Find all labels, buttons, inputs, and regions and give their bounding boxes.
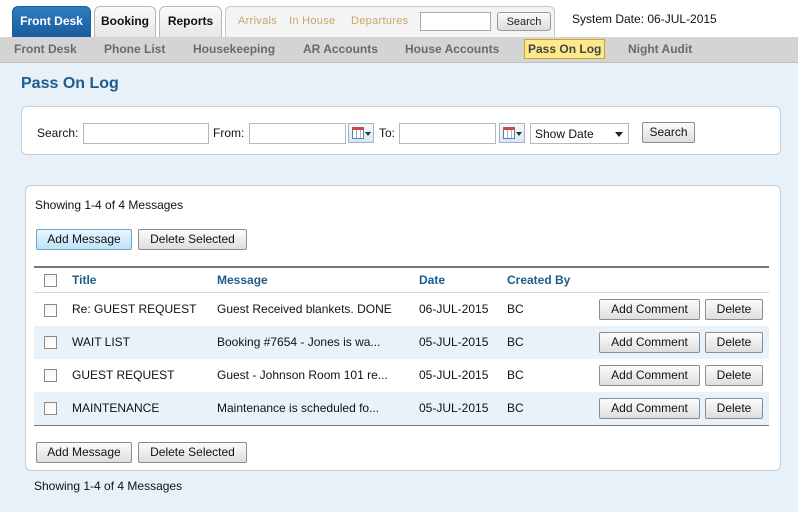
nav-housekeeping[interactable]: Housekeeping xyxy=(193,42,275,56)
chevron-down-icon xyxy=(615,132,623,137)
delete-row-button[interactable]: Delete xyxy=(705,365,763,386)
row-created-by: BC xyxy=(507,368,524,382)
add-message-button-top[interactable]: Add Message xyxy=(36,229,132,250)
column-title[interactable]: Title xyxy=(72,273,96,287)
showing-count-bottom: Showing 1-4 of 4 Messages xyxy=(34,479,183,493)
date-filter-value: Show Date xyxy=(535,127,594,141)
tab-front-desk[interactable]: Front Desk xyxy=(12,6,91,37)
to-label: To: xyxy=(379,126,396,140)
add-comment-button[interactable]: Add Comment xyxy=(599,398,700,419)
row-message: Maintenance is scheduled fo... xyxy=(217,401,380,415)
row-title[interactable]: WAIT LIST xyxy=(72,335,130,349)
filter-search-button[interactable]: Search xyxy=(642,122,695,143)
filter-panel: Search: From: To: Show Date Search xyxy=(21,106,781,155)
row-message: Guest Received blankets. DONE xyxy=(217,302,392,316)
row-checkbox[interactable] xyxy=(44,336,57,349)
showing-count-top: Showing 1-4 of 4 Messages xyxy=(35,198,184,212)
from-date-input[interactable] xyxy=(249,123,346,144)
grid-bottom-rule xyxy=(34,425,769,426)
row-checkbox[interactable] xyxy=(44,369,57,382)
search-input[interactable] xyxy=(83,123,209,144)
quick-links-group: Arrivals In House Departures Search xyxy=(225,6,555,37)
date-filter-select[interactable]: Show Date xyxy=(530,123,629,144)
column-date[interactable]: Date xyxy=(419,273,445,287)
row-title[interactable]: Re: GUEST REQUEST xyxy=(72,302,196,316)
tab-reports[interactable]: Reports xyxy=(159,6,222,37)
row-title[interactable]: GUEST REQUEST xyxy=(72,368,174,382)
to-calendar-button[interactable] xyxy=(499,123,525,143)
dropdown-caret-icon xyxy=(365,132,371,136)
nav-front-desk[interactable]: Front Desk xyxy=(14,42,77,56)
calendar-icon xyxy=(503,127,515,139)
row-date: 05-JUL-2015 xyxy=(419,368,489,382)
delete-row-button[interactable]: Delete xyxy=(705,299,763,320)
delete-row-button[interactable]: Delete xyxy=(705,398,763,419)
top-bar: Front Desk Booking Reports Arrivals In H… xyxy=(0,0,798,37)
row-created-by: BC xyxy=(507,302,524,316)
row-created-by: BC xyxy=(507,335,524,349)
grid-top-rule xyxy=(34,266,769,268)
delete-row-button[interactable]: Delete xyxy=(705,332,763,353)
row-message: Booking #7654 - Jones is wa... xyxy=(217,335,381,349)
nav-phone-list[interactable]: Phone List xyxy=(104,42,165,56)
table-row: GUEST REQUEST Guest - Johnson Room 101 r… xyxy=(34,359,769,392)
dropdown-caret-icon xyxy=(516,132,522,136)
page-title: Pass On Log xyxy=(21,75,119,92)
calendar-icon xyxy=(352,127,364,139)
system-date: System Date: 06-JUL-2015 xyxy=(572,12,717,26)
delete-selected-button-top[interactable]: Delete Selected xyxy=(138,229,247,250)
table-row: MAINTENANCE Maintenance is scheduled fo.… xyxy=(34,392,769,425)
link-in-house[interactable]: In House xyxy=(289,15,335,27)
row-date: 05-JUL-2015 xyxy=(419,401,489,415)
nav-house-accounts[interactable]: House Accounts xyxy=(405,42,499,56)
row-message: Guest - Johnson Room 101 re... xyxy=(217,368,388,382)
select-all-checkbox[interactable] xyxy=(44,274,57,287)
link-arrivals[interactable]: Arrivals xyxy=(238,15,277,27)
top-search-input[interactable] xyxy=(420,12,491,31)
row-checkbox[interactable] xyxy=(44,402,57,415)
messages-panel: Showing 1-4 of 4 Messages Add Message De… xyxy=(25,185,781,471)
section-nav: Front Desk Phone List Housekeeping AR Ac… xyxy=(0,37,798,63)
column-message[interactable]: Message xyxy=(217,273,268,287)
top-search-button[interactable]: Search xyxy=(497,12,551,31)
row-title[interactable]: MAINTENANCE xyxy=(72,401,159,415)
to-date-input[interactable] xyxy=(399,123,496,144)
delete-selected-button-bottom[interactable]: Delete Selected xyxy=(138,442,247,463)
from-label: From: xyxy=(213,126,245,140)
add-comment-button[interactable]: Add Comment xyxy=(599,332,700,353)
add-message-button-bottom[interactable]: Add Message xyxy=(36,442,132,463)
table-row: Re: GUEST REQUEST Guest Received blanket… xyxy=(34,292,769,325)
row-date: 05-JUL-2015 xyxy=(419,335,489,349)
nav-night-audit[interactable]: Night Audit xyxy=(628,42,692,56)
add-comment-button[interactable]: Add Comment xyxy=(599,299,700,320)
column-created-by[interactable]: Created By xyxy=(507,273,570,287)
nav-pass-on-log[interactable]: Pass On Log xyxy=(524,39,606,59)
link-departures[interactable]: Departures xyxy=(351,15,408,27)
tab-booking[interactable]: Booking xyxy=(94,6,156,37)
row-checkbox[interactable] xyxy=(44,304,57,317)
nav-ar-accounts[interactable]: AR Accounts xyxy=(303,42,378,56)
row-created-by: BC xyxy=(507,401,524,415)
table-row: WAIT LIST Booking #7654 - Jones is wa...… xyxy=(34,326,769,359)
search-label: Search: xyxy=(37,126,79,140)
add-comment-button[interactable]: Add Comment xyxy=(599,365,700,386)
from-calendar-button[interactable] xyxy=(348,123,374,143)
row-date: 06-JUL-2015 xyxy=(419,302,489,316)
